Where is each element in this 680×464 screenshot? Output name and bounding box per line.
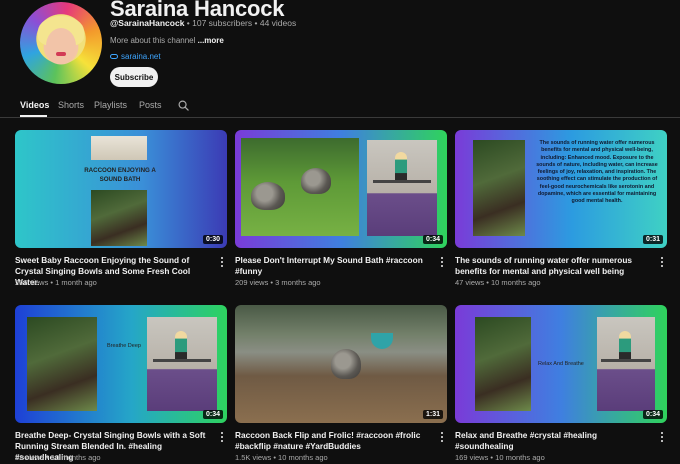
thumb-photo-bowls (91, 136, 147, 160)
video-meta: 209 views • 3 months ago (235, 278, 321, 287)
avatar-face (46, 28, 76, 64)
video-thumbnail[interactable]: RACCOON ENJOYING A SOUND BATH 0:30 (15, 130, 227, 248)
channel-tabs: Videos Shorts Playlists Posts (0, 94, 680, 118)
video-duration: 1:31 (422, 410, 443, 419)
link-icon (110, 54, 118, 59)
video-meta: 52 views • 10 months ago (15, 453, 101, 462)
tab-videos[interactable]: Videos (20, 100, 49, 110)
thumb-caption: RACCOON ENJOYING A SOUND BATH (84, 167, 156, 183)
search-icon[interactable] (178, 100, 189, 111)
video-title[interactable]: Relax and Breathe #crystal #healing #sou… (455, 430, 651, 452)
channel-link-text[interactable]: saraina.net (121, 52, 161, 61)
video-meta: 47 views • 10 months ago (455, 278, 541, 287)
thumb-text: The sounds of running water offer numero… (536, 140, 658, 205)
avatar-lips (56, 52, 66, 56)
table-shape (373, 180, 431, 183)
about-text: More about this channel (110, 36, 196, 45)
video-duration: 0:34 (642, 410, 663, 419)
video-title[interactable]: The sounds of running water offer numero… (455, 255, 651, 277)
thumb-label: Relax And Breathe (538, 361, 584, 367)
video-thumbnail[interactable]: 1:31 (235, 305, 447, 423)
channel-link[interactable]: saraina.net (110, 52, 161, 61)
channel-about[interactable]: More about this channel ...more (110, 36, 224, 45)
person-shape (395, 152, 407, 182)
thumb-photo-lawn (241, 138, 359, 236)
more-options-icon[interactable] (659, 432, 665, 444)
table-shape (153, 359, 211, 362)
video-duration: 0:34 (202, 410, 223, 419)
more-options-icon[interactable] (439, 257, 445, 269)
video-meta: 1.5K views • 10 months ago (235, 453, 328, 462)
tab-shorts[interactable]: Shorts (58, 100, 84, 110)
video-duration: 0:31 (642, 235, 663, 244)
table-shape (601, 359, 651, 362)
video-duration: 0:30 (202, 235, 223, 244)
thumb-photo-room (367, 140, 437, 236)
raccoon-shape (301, 168, 331, 194)
channel-meta: @SarainaHancock • 107 subscribers • 44 v… (110, 18, 296, 28)
thumb-photo-stream (27, 317, 97, 411)
more-options-icon[interactable] (659, 257, 665, 269)
about-more[interactable]: ...more (198, 36, 224, 45)
channel-avatar[interactable] (20, 2, 102, 84)
video-title[interactable]: Raccoon Back Flip and Frolic! #raccoon #… (235, 430, 431, 452)
video-thumbnail[interactable]: Relax And Breathe 0:34 (455, 305, 667, 423)
video-duration: 0:34 (422, 235, 443, 244)
person-shape (175, 331, 187, 361)
video-thumbnail[interactable]: 0:34 (235, 130, 447, 248)
video-meta: 266 views • 1 month ago (15, 278, 97, 287)
thumb-photo-forest (475, 317, 531, 411)
thumb-label: Breathe Deep (107, 343, 141, 349)
raccoon-shape (251, 182, 285, 210)
active-tab-indicator (20, 115, 47, 117)
video-meta: 169 views • 10 months ago (455, 453, 545, 462)
thumb-photo-waterfall (473, 140, 525, 236)
tab-playlists[interactable]: Playlists (94, 100, 127, 110)
more-options-icon[interactable] (219, 432, 225, 444)
video-thumbnail[interactable]: Breathe Deep 0:34 (15, 305, 227, 423)
channel-stats: • 107 subscribers • 44 videos (184, 18, 297, 28)
channel-handle: @SarainaHancock (110, 18, 185, 28)
more-options-icon[interactable] (219, 257, 225, 269)
thumb-photo-raccoon (91, 190, 147, 246)
thumb-photo-room (597, 317, 655, 411)
flower-pot-shape (371, 333, 393, 349)
video-title[interactable]: Please Don't Interrupt My Sound Bath #ra… (235, 255, 431, 277)
person-shape (619, 331, 631, 361)
subscribe-button[interactable]: Subscribe (110, 67, 158, 87)
more-options-icon[interactable] (439, 432, 445, 444)
thumb-photo-room (147, 317, 217, 411)
raccoon-shape (331, 349, 361, 379)
tab-posts[interactable]: Posts (139, 100, 162, 110)
video-thumbnail[interactable]: The sounds of running water offer numero… (455, 130, 667, 248)
